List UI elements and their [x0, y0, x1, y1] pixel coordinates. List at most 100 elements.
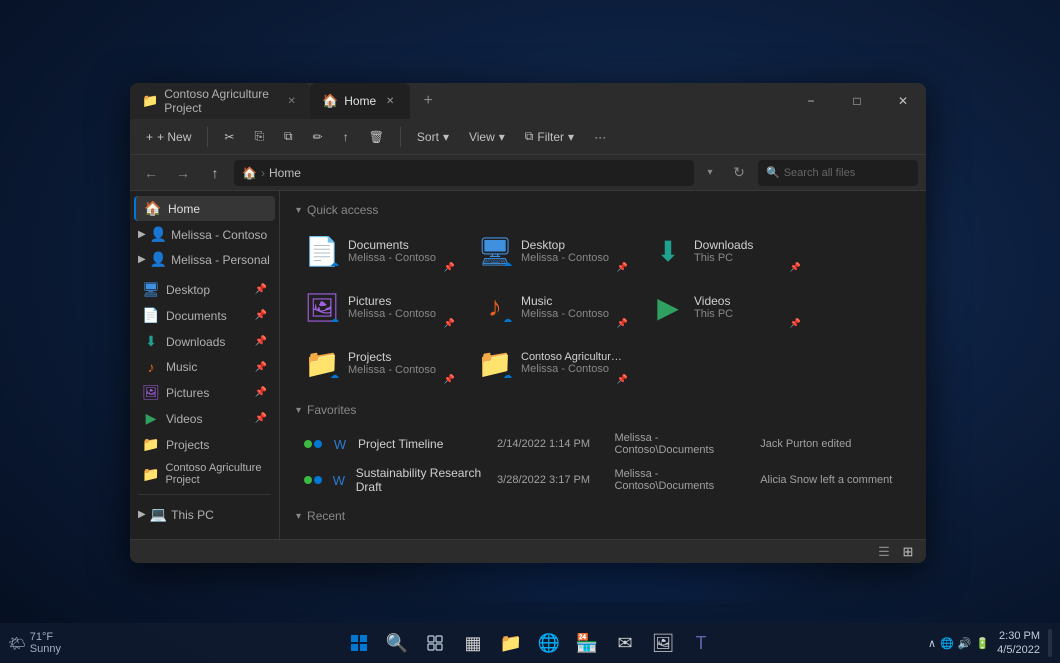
sidebar-item-desktop[interactable]: 🖥 Desktop 📌 [134, 277, 275, 302]
sort-chevron: ▾ [443, 130, 449, 144]
breadcrumb-separator: › [261, 166, 265, 180]
search-taskbar-button[interactable]: 🔍 [379, 625, 415, 661]
folder-card-desktop[interactable]: 🖥 Desktop Melissa - Contoso ☁ 📌 [469, 227, 634, 275]
pin-overlay-downloads: 📌 [790, 262, 801, 273]
share-button[interactable]: ↑ [335, 126, 357, 148]
dot-blue-timeline [314, 440, 322, 448]
folder-card-projects[interactable]: 📁 Projects Melissa - Contoso ☁ 📌 [296, 339, 461, 387]
file-location-timeline: Melissa - Contoso\Documents [614, 432, 756, 456]
sidebar-item-downloads[interactable]: ⬇ Downloads 📌 [134, 329, 275, 354]
start-button[interactable] [341, 625, 377, 661]
system-tray-icons[interactable]: ∧ 🌐 🔊 🔋 [928, 637, 989, 650]
taskbar-right: ∧ 🌐 🔊 🔋 2:30 PM 4/5/2022 [928, 629, 1052, 658]
cut-button[interactable]: ✂ [216, 126, 242, 148]
back-button[interactable]: ← [138, 160, 164, 186]
details-view-button[interactable]: ☰ [874, 542, 894, 562]
folder-card-contoso[interactable]: 📁 Contoso Agriculture Project Melissa - … [469, 339, 634, 387]
show-desktop-button[interactable] [1048, 629, 1052, 657]
sidebar-group-contoso[interactable]: ▶ 👤 Melissa - Contoso [130, 222, 279, 247]
file-activity-sustainability: Alicia Snow left a comment [760, 474, 902, 486]
file-row-sustainability[interactable]: W Sustainability Research Draft 3/28/202… [296, 461, 910, 499]
taskbar-clock[interactable]: 2:30 PM 4/5/2022 [997, 629, 1040, 658]
sidebar-item-music[interactable]: ♪ Music 📌 [134, 355, 275, 379]
close-button[interactable]: ✕ [880, 83, 926, 119]
sidebar-item-pictures[interactable]: 🖼 Pictures 📌 [134, 380, 275, 405]
widgets-button[interactable]: ▦ [455, 625, 491, 661]
breadcrumb-bar[interactable]: 🏠 › Home [234, 160, 694, 186]
favorites-list: W Project Timeline 2/14/2022 1:14 PM Mel… [296, 427, 910, 499]
store-button[interactable]: 🏪 [569, 625, 605, 661]
sidebar-item-projects[interactable]: 📁 Projects [134, 432, 275, 457]
photos-button[interactable]: 🖼 [645, 625, 681, 661]
sidebar: 🏠 Home ▶ 👤 Melissa - Contoso ▶ 👤 Melissa… [130, 191, 280, 539]
folder-card-music[interactable]: ♪ Music Melissa - Contoso ☁ 📌 [469, 283, 634, 331]
main-content: 🏠 Home ▶ 👤 Melissa - Contoso ▶ 👤 Melissa… [130, 191, 926, 539]
paste-button[interactable]: ⧉ [276, 125, 301, 148]
folder-name-videos: Videos [694, 294, 799, 308]
tiles-view-button[interactable]: ⊞ [898, 542, 918, 562]
folder-sub-documents: Melissa - Contoso [348, 252, 453, 264]
up-button[interactable]: ↑ [202, 160, 228, 186]
recent-label: Recent [307, 509, 345, 523]
tab-contoso-close[interactable]: ✕ [285, 93, 298, 109]
delete-icon: 🗑 [369, 130, 384, 144]
maximize-button[interactable]: □ [834, 83, 880, 119]
dot-green-timeline [304, 440, 312, 448]
quick-access-grid: 📄 Documents Melissa - Contoso ☁ 📌 🖥 Desk… [296, 227, 910, 387]
taskbar-weather[interactable]: 🌤 71°F Sunny [8, 631, 61, 655]
quick-access-header[interactable]: ▾ Quick access [296, 203, 910, 217]
taskview-button[interactable] [417, 625, 453, 661]
forward-button[interactable]: → [170, 160, 196, 186]
sidebar-item-documents[interactable]: 📄 Documents 📌 [134, 303, 275, 328]
rename-button[interactable]: ✏ [305, 126, 331, 148]
sidebar-item-videos[interactable]: ▶ Videos 📌 [134, 406, 275, 431]
file-row-project-timeline[interactable]: W Project Timeline 2/14/2022 1:14 PM Mel… [296, 427, 910, 461]
sidebar-item-home[interactable]: 🏠 Home [134, 196, 275, 221]
folder-card-videos[interactable]: ▶ Videos This PC 📌 [642, 283, 807, 331]
tab-home[interactable]: 🏠 Home ✕ [310, 83, 410, 119]
new-button[interactable]: + + New [138, 126, 199, 148]
desktop-icon: 🖥 [142, 281, 160, 298]
more-button[interactable]: ··· [586, 126, 614, 148]
pin-icon-music: 📌 [255, 362, 267, 373]
sidebar-group-personal[interactable]: ▶ 👤 Melissa - Personal [130, 247, 279, 272]
toolbar: + + New ✂ ⎘ ⧉ ✏ ↑ 🗑 Sort ▾ View ▾ [130, 119, 926, 155]
folder-card-documents[interactable]: 📄 Documents Melissa - Contoso ☁ 📌 [296, 227, 461, 275]
battery-icon[interactable]: 🔋 [975, 637, 989, 650]
search-bar[interactable]: 🔍 Search all files [758, 160, 918, 186]
filter-button[interactable]: ⧉ Filter ▾ [517, 125, 582, 148]
pin-overlay-desktop: 📌 [617, 262, 628, 273]
file-date-timeline: 2/14/2022 1:14 PM [497, 438, 610, 450]
sidebar-item-contoso-project[interactable]: 📁 Contoso Agriculture Project [134, 458, 275, 490]
sync-icon-documents: ☁ [330, 258, 339, 269]
folder-info-music: Music Melissa - Contoso [521, 294, 626, 320]
delete-button[interactable]: 🗑 [361, 126, 392, 148]
refresh-button[interactable]: ↻ [726, 160, 752, 186]
teams-button[interactable]: T [683, 625, 719, 661]
view-button[interactable]: View ▾ [461, 126, 513, 148]
tab-home-label: Home [344, 94, 376, 108]
weather-icon: 🌤 [8, 635, 26, 652]
personal-avatar-icon: 👤 [150, 251, 167, 268]
favorites-header[interactable]: ▾ Favorites [296, 403, 910, 417]
minimize-button[interactable]: − [788, 83, 834, 119]
mail-button[interactable]: ✉ [607, 625, 643, 661]
network-icon[interactable]: 🌐 [940, 637, 954, 650]
home-label: Home [168, 202, 200, 216]
music-label: Music [166, 360, 197, 374]
folder-card-pictures[interactable]: 🖼 Pictures Melissa - Contoso ☁ 📌 [296, 283, 461, 331]
sort-button[interactable]: Sort ▾ [409, 126, 457, 148]
recent-header[interactable]: ▾ Recent [296, 509, 910, 523]
tab-add-button[interactable]: + [414, 87, 442, 115]
file-location-sustainability: Melissa - Contoso\Documents [614, 468, 756, 492]
folder-card-downloads[interactable]: ⬇ Downloads This PC 📌 [642, 227, 807, 275]
volume-icon[interactable]: 🔊 [958, 637, 972, 650]
tab-contoso[interactable]: 📁 Contoso Agriculture Project ✕ [130, 83, 310, 119]
copy-button[interactable]: ⎘ [246, 125, 272, 148]
edge-button[interactable]: 🌐 [531, 625, 567, 661]
folder-info-contoso: Contoso Agriculture Project Melissa - Co… [521, 351, 626, 375]
tab-home-close[interactable]: ✕ [382, 93, 398, 109]
sidebar-group-thispc[interactable]: ▶ 💻 This PC [130, 502, 279, 527]
explorer-taskbar-button[interactable]: 📁 [493, 625, 529, 661]
chevron-up-icon[interactable]: ∧ [928, 637, 936, 650]
